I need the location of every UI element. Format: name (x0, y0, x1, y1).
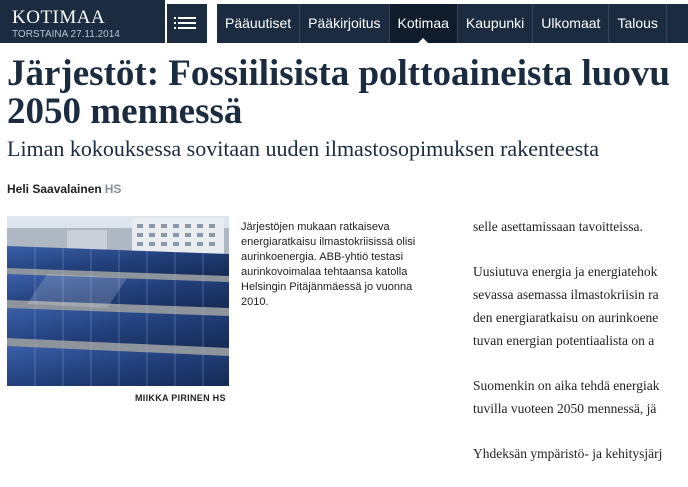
section-header[interactable]: KOTIMAA TORSTAINA 27.11.2014 (0, 0, 165, 43)
headline-line-2: 2050 mennessä (7, 91, 243, 132)
nav-item-kaupunki[interactable]: Kaupunki (458, 4, 534, 43)
body-line: Uusiutuva energia ja energiatehok (473, 264, 658, 279)
nav-item-kotimaa[interactable]: Kotimaa (389, 4, 458, 43)
article-body: selle asettamissaan tavoitteissa. Uusiut… (473, 215, 688, 487)
photo-caption: Järjestöjen mukaan ratkaiseva energiarat… (241, 221, 416, 308)
main-nav: Pääuutiset Pääkirjoitus Kotimaa Kaupunki… (217, 4, 688, 43)
body-line: Yhdeksän ympäristö- ja kehitysjärj (473, 446, 663, 461)
body-line: selle asettamissaan tavoitteissa. (473, 219, 643, 234)
article-headline: Järjestöt: Fossiilisista polttoaineista … (7, 55, 670, 131)
nav-item-ulkomaat[interactable]: Ulkomaat (533, 4, 610, 43)
headline-line-1: Järjestöt: Fossiilisista polttoaineista … (7, 53, 670, 94)
paper-tag: HS (104, 182, 122, 196)
menu-button[interactable] (167, 4, 207, 43)
list-menu-icon (174, 17, 196, 32)
section-date: TORSTAINA 27.11.2014 (12, 29, 120, 40)
solar-panels-image (7, 216, 229, 386)
article-photo[interactable] (7, 216, 229, 386)
body-line: Suomenkin on aika tehdä energiak (473, 378, 660, 393)
nav-item-talous[interactable]: Talous (609, 4, 667, 43)
body-line: tuvilla vuoteen 2050 mennessä, jä (473, 401, 657, 416)
nav-item-paakirjoitus[interactable]: Pääkirjoitus (300, 4, 390, 43)
paragraph: selle asettamissaan tavoitteissa. (473, 215, 688, 238)
article-subheadline: Liman kokouksessa sovitaan uuden ilmasto… (7, 136, 600, 161)
body-line: den energiaratkaisu on aurinkoene (473, 310, 659, 325)
nav-item-paauutiset[interactable]: Pääuutiset (217, 4, 301, 43)
top-bar: KOTIMAA TORSTAINA 27.11.2014 Pääuutiset … (0, 0, 688, 46)
photo-credit: MIIKKA PIRINEN HS (135, 393, 226, 403)
body-line: tuvan energian potentiaalista on a (473, 333, 655, 348)
body-line: sevassa asemassa ilmastokriisin ra (473, 287, 659, 302)
paragraph: Yhdeksän ympäristö- ja kehitysjärj (473, 442, 688, 465)
paragraph: Suomenkin on aika tehdä energiak tuvilla… (473, 374, 688, 420)
section-title: KOTIMAA (12, 7, 106, 28)
byline: Heli Saavalainen HS (7, 182, 121, 196)
paragraph: Uusiutuva energia ja energiatehok sevass… (473, 260, 688, 352)
author-name[interactable]: Heli Saavalainen (7, 182, 102, 196)
